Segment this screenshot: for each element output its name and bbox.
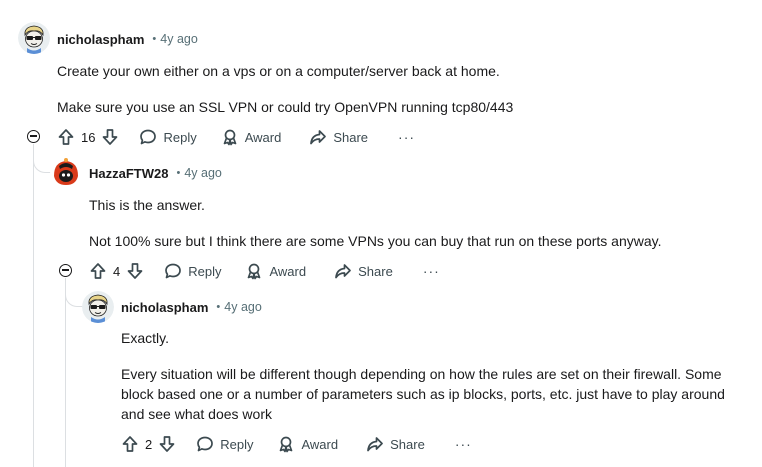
downvote-arrow-icon [103,129,118,145]
comment-author[interactable]: nicholaspham [121,300,208,315]
award-button[interactable]: Award [221,128,282,146]
speech-bubble-icon [140,129,157,145]
meta-separator: • [176,167,181,179]
reply-button[interactable]: Reply [164,262,221,280]
share-label: Share [358,263,393,279]
comment-timestamp[interactable]: 4y ago [224,300,262,314]
comment-timestamp[interactable]: 4y ago [184,166,222,180]
collapse-thread-button[interactable] [59,264,72,277]
comment-paragraph: Exactly. [121,330,169,346]
more-options-button[interactable]: ··· [423,263,440,279]
more-options-button[interactable]: ··· [455,436,472,452]
vote-score: 16 [81,129,96,145]
comment-action-bar: 16 Reply Award Share ··· [57,125,415,149]
comment-hazzaftw28: HazzaFTW28 • 4y ago This is the answer. … [0,150,762,285]
reply-label: Reply [188,263,222,279]
comment-paragraph: Make sure you use an SSL VPN or could tr… [57,99,514,115]
comment-author[interactable]: nicholaspham [57,32,144,47]
avatar[interactable] [82,291,114,323]
comment-body: Create your own either on a vps or on a … [57,61,747,117]
comment-body: Exactly. Every situation will be differe… [121,328,746,424]
comment-action-bar: 2 Reply Award Share ··· [121,432,472,456]
share-button[interactable]: Share [366,435,425,453]
share-label: Share [390,436,425,452]
downvote-button[interactable] [126,262,144,280]
avatar[interactable] [50,156,82,188]
more-options-button[interactable]: ··· [398,129,415,145]
award-button[interactable]: Award [277,435,338,453]
award-label: Award [301,436,339,452]
downvote-arrow-icon [127,263,143,279]
award-label: Award [269,263,307,279]
downvote-button[interactable] [101,128,119,146]
comment-body: This is the answer. Not 100% sure but I … [89,195,749,251]
avatar-sunglasses-icon [82,291,114,323]
comment-paragraph: This is the answer. [89,197,205,213]
share-button[interactable]: Share [309,128,368,146]
avatar-sunglasses-icon [18,22,50,54]
award-button[interactable]: Award [245,262,306,280]
award-ribbon-icon [280,436,293,453]
comment-paragraph: Create your own either on a vps or on a … [57,63,500,79]
collapse-thread-button[interactable] [27,130,40,143]
reply-button[interactable]: Reply [139,128,197,146]
vote-score: 2 [145,436,153,452]
share-label: Share [333,129,369,145]
avatar-red-robot-icon [50,156,82,188]
reply-label: Reply [220,436,254,452]
avatar[interactable] [18,22,50,54]
comment-action-bar: 4 Reply Award Share ··· [89,259,440,283]
award-ribbon-icon [223,129,237,146]
downvote-arrow-icon [159,436,175,452]
comment-timestamp[interactable]: 4y ago [160,32,198,46]
reply-label: Reply [163,129,197,145]
comment-paragraph: Not 100% sure but I think there are some… [89,233,662,249]
upvote-button[interactable] [121,435,139,453]
vote-score: 4 [113,263,121,279]
reply-button[interactable]: Reply [196,435,253,453]
upvote-arrow-icon [122,436,138,452]
upvote-arrow-icon [58,129,74,145]
upvote-arrow-icon [90,263,106,279]
upvote-button[interactable] [57,128,75,146]
upvote-button[interactable] [89,262,107,280]
share-arrow-icon [367,437,383,452]
comment-author[interactable]: HazzaFTW28 [89,166,168,181]
meta-separator: • [216,301,221,313]
share-arrow-icon [335,264,351,279]
comment-paragraph: Every situation will be different though… [121,366,725,422]
award-ribbon-icon [248,263,261,280]
award-label: Award [244,129,282,145]
share-arrow-icon [310,130,327,145]
speech-bubble-icon [197,436,214,452]
comment-nicholaspham-top: nicholaspham • 4y ago Create your own ei… [0,0,762,150]
share-button[interactable]: Share [334,262,393,280]
comment-nicholaspham-reply: nicholaspham • 4y ago Exactly. Every sit… [0,285,762,467]
speech-bubble-icon [165,263,182,279]
downvote-button[interactable] [158,435,176,453]
meta-separator: • [152,33,157,45]
